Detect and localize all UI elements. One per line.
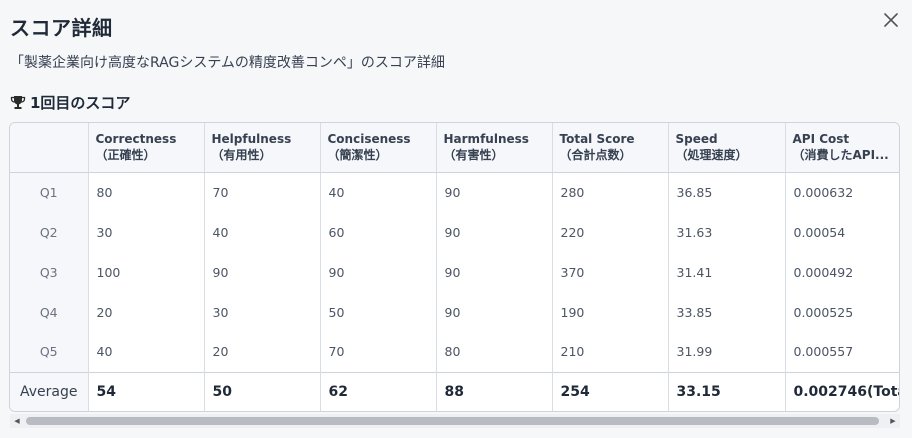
column-header: Speed （処理速度） <box>668 123 786 173</box>
score-table-container[interactable]: Correctness （正確性） Helpfulness （有用性） Concis… <box>9 122 900 412</box>
modal-title: スコア詳細 <box>10 16 113 40</box>
table-cell: 30 <box>204 292 321 332</box>
column-header: Correctness （正確性） <box>88 123 205 173</box>
column-header: Harmfulness （有害性） <box>436 123 553 173</box>
table-cell: 0.00054 <box>785 212 899 252</box>
column-header: Conciseness （簡潔性） <box>320 123 437 173</box>
scroll-left-icon[interactable]: ◀ <box>10 414 24 428</box>
table-cell: 20 <box>204 332 321 372</box>
table-row: Q5 40 20 70 80 210 31.99 0.000557 <box>10 332 899 372</box>
table-cell: 100 <box>88 252 205 292</box>
table-cell: 33.85 <box>668 292 786 332</box>
table-cell: 280 <box>552 172 669 212</box>
average-label: Average <box>10 371 89 411</box>
column-header: Total Score （合計点数） <box>552 123 669 173</box>
table-cell: 90 <box>436 252 553 292</box>
table-cell: 31.41 <box>668 252 786 292</box>
average-cell: 33.15 <box>668 371 786 411</box>
modal-subtitle: 「製薬企業向け高度なRAGシステムの精度改善コンペ」のスコア詳細 <box>10 55 445 71</box>
scroll-right-icon[interactable]: ▶ <box>886 414 900 428</box>
table-cell: 90 <box>436 212 553 252</box>
table-cell: 0.000557 <box>785 332 899 372</box>
table-cell: 31.99 <box>668 332 786 372</box>
table-header-row: Correctness （正確性） Helpfulness （有用性） Concis… <box>10 123 899 173</box>
average-row: Average 54 50 62 88 254 33.15 0.002746(T… <box>10 371 899 411</box>
table-row: Q4 20 30 50 90 190 33.85 0.000525 <box>10 292 899 332</box>
table-cell: 190 <box>552 292 669 332</box>
table-cell: 80 <box>436 332 553 372</box>
close-icon <box>884 13 898 27</box>
row-label: Q2 <box>10 212 89 252</box>
column-header: API Cost （消費したAPI... <box>785 123 899 173</box>
table-cell: 31.63 <box>668 212 786 252</box>
table-cell: 90 <box>436 292 553 332</box>
scrollbar-thumb[interactable] <box>26 417 879 425</box>
table-row: Q1 80 70 40 90 280 36.85 0.000632 <box>10 172 899 212</box>
table-cell: 90 <box>436 172 553 212</box>
section-heading: 1回目のスコア <box>10 92 130 113</box>
table-cell: 0.000492 <box>785 252 899 292</box>
row-label: Q5 <box>10 332 89 372</box>
table-cell: 80 <box>88 172 205 212</box>
table-cell: 40 <box>204 212 321 252</box>
close-button[interactable] <box>881 10 901 30</box>
section-heading-label: 1回目のスコア <box>30 94 131 112</box>
table-cell: 0.000632 <box>785 172 899 212</box>
table-cell: 0.000525 <box>785 292 899 332</box>
table-cell: 210 <box>552 332 669 372</box>
horizontal-scrollbar[interactable]: ◀ ▶ <box>10 414 900 428</box>
row-label: Q3 <box>10 252 89 292</box>
average-cell: 88 <box>436 371 553 411</box>
table-cell: 20 <box>88 292 205 332</box>
average-cell: 54 <box>88 371 205 411</box>
average-cell: 62 <box>320 371 437 411</box>
header-corner <box>10 123 89 173</box>
table-cell: 70 <box>320 332 437 372</box>
table-cell: 30 <box>88 212 205 252</box>
table-cell: 36.85 <box>668 172 786 212</box>
table-cell: 50 <box>320 292 437 332</box>
row-label: Q4 <box>10 292 89 332</box>
table-row: Q3 100 90 90 90 370 31.41 0.000492 <box>10 252 899 292</box>
table-cell: 90 <box>320 252 437 292</box>
table-cell: 220 <box>552 212 669 252</box>
table-cell: 40 <box>88 332 205 372</box>
table-cell: 60 <box>320 212 437 252</box>
column-header: Helpfulness （有用性） <box>204 123 321 173</box>
average-cell: 254 <box>552 371 669 411</box>
table-cell: 70 <box>204 172 321 212</box>
table-cell: 40 <box>320 172 437 212</box>
average-cell: 50 <box>204 371 321 411</box>
table-cell: 370 <box>552 252 669 292</box>
table-cell: 90 <box>204 252 321 292</box>
row-label: Q1 <box>10 172 89 212</box>
trophy-icon <box>10 96 26 109</box>
score-table: Correctness （正確性） Helpfulness （有用性） Concis… <box>10 123 899 411</box>
average-cell: 0.002746(Total) <box>785 371 899 411</box>
table-row: Q2 30 40 60 90 220 31.63 0.00054 <box>10 212 899 252</box>
